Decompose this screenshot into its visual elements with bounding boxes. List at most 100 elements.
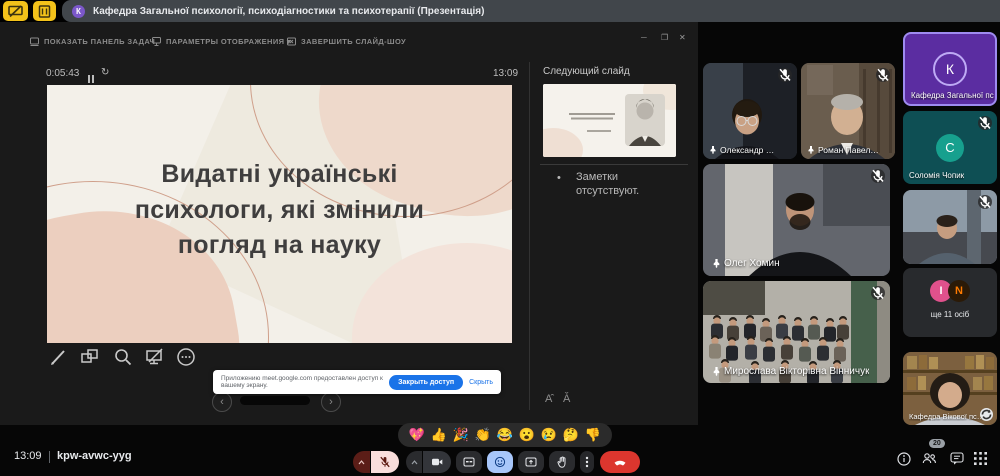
meeting-code: kpw-avwc-yyg (57, 450, 132, 462)
avatar: N (948, 280, 970, 302)
mic-muted-icon (871, 286, 885, 300)
smiley-icon (494, 456, 506, 468)
display-options-button[interactable]: ПАРАМЕТРЫ ОТОБРАЖЕНИЯ ▾ (152, 37, 291, 46)
participant-tile-oleksandr[interactable]: Олександр … (703, 63, 797, 159)
participant-tile-unnamed[interactable] (903, 190, 997, 264)
more-options-button[interactable] (580, 451, 594, 473)
slide-title: Видатні українські психологи, які змінил… (47, 157, 512, 264)
next-slide-button[interactable]: › (321, 392, 341, 412)
notes-text: Заметки отсутствуют. (576, 170, 662, 199)
next-slide-header: Следующий слайд (543, 66, 630, 77)
previous-slide-button[interactable]: ‹ (212, 392, 232, 412)
zoom-slide-icon[interactable] (113, 347, 133, 372)
reaction-thinking[interactable]: 🤔 (563, 427, 579, 443)
pen-tool-icon[interactable] (49, 347, 69, 372)
elapsed-timer: 0:05:43 (46, 68, 79, 79)
mic-muted-icon (871, 169, 885, 183)
minimize-button[interactable]: ─ (641, 33, 647, 42)
pin-icon (712, 259, 721, 268)
participant-name: Олег Хомин (724, 258, 780, 269)
reaction-surprised[interactable]: 😮 (519, 427, 535, 443)
participant-count-badge: 20 (929, 439, 945, 448)
restore-button[interactable]: ❐ (661, 33, 668, 42)
reaction-laugh[interactable]: 😂 (497, 427, 513, 443)
reaction-thumbs-down[interactable]: 👎 (585, 427, 601, 443)
screen: К Кафедра Загальної психології, психодіа… (0, 0, 1000, 476)
participant-name: Мирослава Вікторівна Вінничук (724, 366, 869, 377)
avatar: К (933, 52, 967, 86)
show-taskbar-label: ПОКАЗАТЬ ПАНЕЛЬ ЗАДАЧ (44, 37, 155, 46)
people-button[interactable] (922, 452, 937, 470)
mic-muted-icon (876, 68, 890, 82)
tab-title: Кафедра Загальної психології, психодіагн… (93, 6, 484, 17)
reactions-button-active[interactable] (487, 451, 513, 473)
participant-tile-oleh[interactable]: Олег Хомин (703, 164, 890, 276)
browser-tab[interactable]: К Кафедра Загальної психології, психодіа… (62, 0, 1000, 22)
mic-muted-icon (778, 68, 792, 82)
participant-tile-kafedra-zahalnoi[interactable]: К Кафедра Загальної пси… (903, 32, 997, 106)
reactions-bar: 💖 👍 🎉 👏 😂 😮 😢 🤔 👎 (398, 423, 612, 447)
stop-sharing-button[interactable]: Закрыть доступ (389, 375, 463, 390)
reaction-party[interactable]: 🎉 (453, 427, 469, 443)
activities-button[interactable] (974, 452, 987, 470)
tab-avatar: К (72, 5, 85, 18)
participant-name: Олександр … (720, 145, 774, 155)
black-screen-icon[interactable] (145, 347, 165, 372)
next-slide-preview[interactable] (543, 84, 676, 157)
clock: 13:09 (14, 450, 42, 462)
reaction-heart[interactable]: 💖 (409, 427, 425, 443)
participant-tile-solomiia[interactable]: С Соломія Чопик (903, 111, 997, 184)
end-slideshow-button[interactable]: ЗАВЕРШИТЬ СЛАЙД-ШОУ (287, 37, 406, 46)
meeting-details-button[interactable] (897, 452, 911, 471)
present-button[interactable] (518, 451, 544, 473)
notes-font-increase-button[interactable]: А̂ (545, 393, 552, 405)
participant-name: Роман Павел… (818, 145, 879, 155)
restart-timer-button[interactable]: ↻ (101, 67, 109, 78)
mic-off-icon (379, 456, 391, 468)
show-taskbar-button[interactable]: ПОКАЗАТЬ ПАНЕЛЬ ЗАДАЧ (30, 37, 155, 46)
pin-icon (709, 146, 717, 154)
more-participants-tile[interactable]: І N ще 11 осіб (903, 268, 997, 337)
notes-bullet: • (557, 171, 561, 185)
see-all-slides-icon[interactable] (80, 347, 100, 372)
current-slide: Видатні українські психологи, які змінил… (47, 85, 512, 343)
end-call-button[interactable] (600, 451, 640, 473)
captions-button[interactable] (456, 451, 482, 473)
mic-button-muted[interactable] (371, 451, 399, 473)
display-options-label: ПАРАМЕТРЫ ОТОБРАЖЕНИЯ ▾ (166, 37, 291, 46)
notes-divider (540, 164, 688, 165)
more-options-icon[interactable] (176, 347, 196, 372)
avatar: С (936, 134, 964, 162)
hide-banner-link[interactable]: Скрыть (469, 379, 493, 386)
notes-font-decrease-button[interactable]: А̌ (563, 393, 570, 405)
participant-name: Соломія Чопик (909, 171, 964, 180)
grid-icon (974, 452, 987, 465)
reaction-sad[interactable]: 😢 (541, 427, 557, 443)
camera-button[interactable] (423, 451, 451, 473)
participant-tile-roman[interactable]: Роман Павел… (801, 63, 895, 159)
chat-button[interactable] (950, 452, 964, 470)
mic-options-chevron[interactable] (353, 451, 370, 473)
screencast-warning-icon[interactable] (3, 1, 28, 21)
pin-icon (807, 146, 815, 154)
browser-tab-bar: К Кафедра Загальної психології, психодіа… (0, 0, 1000, 22)
hand-icon (557, 456, 568, 468)
reaction-clap[interactable]: 👏 (475, 427, 491, 443)
effects-icon[interactable] (980, 408, 993, 421)
end-slideshow-label: ЗАВЕРШИТЬ СЛАЙД-ШОУ (301, 37, 406, 46)
app-icon[interactable] (33, 1, 56, 21)
captions-icon (463, 456, 475, 468)
camera-options-chevron[interactable] (406, 451, 422, 473)
present-icon (525, 456, 537, 468)
raise-hand-button[interactable] (549, 451, 575, 473)
participant-name: Кафедра Загальної пси… (911, 91, 994, 100)
close-button[interactable]: ✕ (679, 33, 686, 42)
reaction-thumbs-up[interactable]: 👍 (431, 427, 447, 443)
pin-icon (712, 367, 721, 376)
mic-muted-icon (978, 116, 992, 130)
participant-tile-kafedra-vikovoi[interactable]: Кафедра Вікової пс… (903, 352, 997, 425)
participant-tile-myroslava-classroom[interactable]: Мирослава Вікторівна Вінничук (703, 281, 890, 383)
chat-icon (950, 452, 964, 465)
camera-icon (431, 456, 443, 468)
more-participants-label: ще 11 осіб (903, 310, 997, 319)
